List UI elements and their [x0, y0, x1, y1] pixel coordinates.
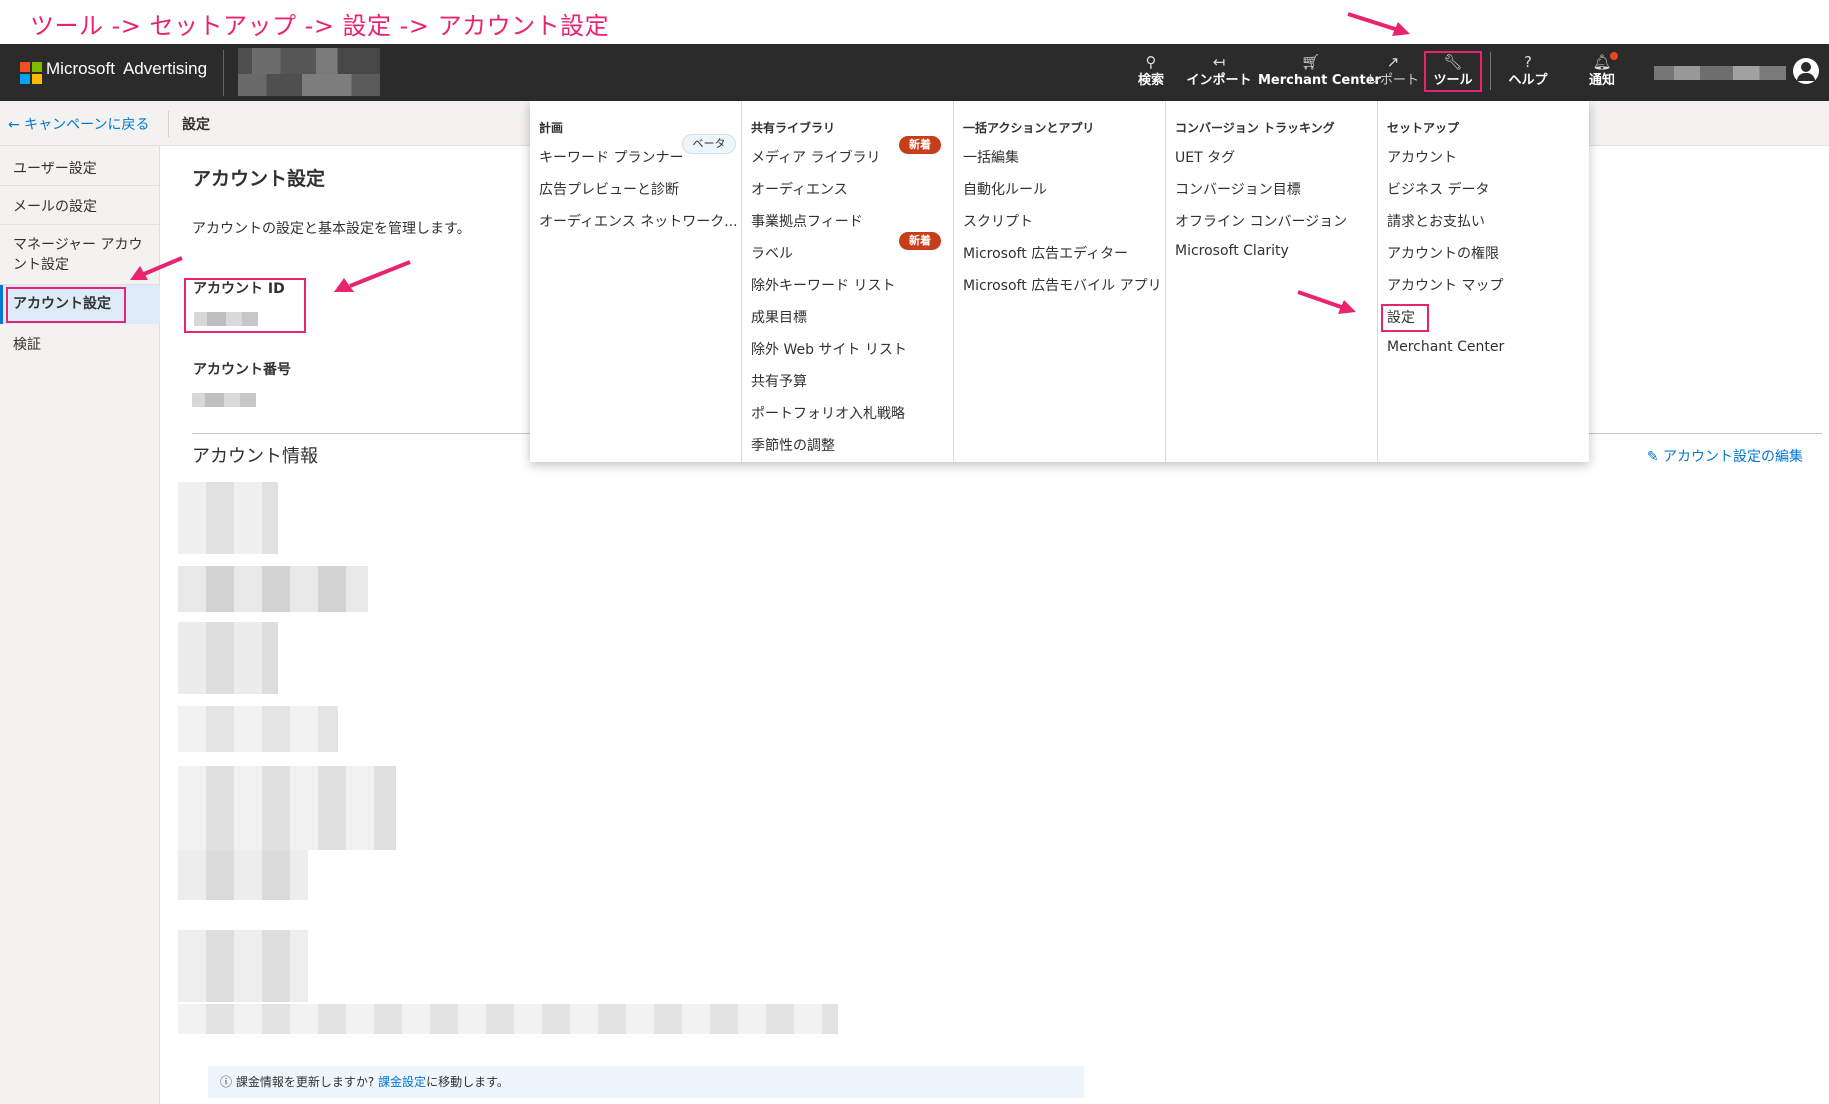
menu-column-conversion-tracking: コンバージョン トラッキング UET タグ コンバージョン目標 オフライン コン… [1166, 101, 1378, 462]
notification-dot [1610, 52, 1618, 60]
menu-item-mobile-app[interactable]: Microsoft 広告モバイル アプリ [963, 275, 1162, 295]
menu-item-business-data[interactable]: ビジネス データ [1387, 179, 1489, 199]
annotation-arrow-tools [1347, 12, 1410, 36]
annotation-caption: ツール -> セットアップ -> 設定 -> アカウント設定 [30, 12, 610, 40]
menu-item-audience-network[interactable]: オーディエンス ネットワーク... [539, 211, 738, 231]
menu-item-uet-tag[interactable]: UET タグ [1175, 147, 1235, 167]
menu-item-audiences[interactable]: オーディエンス [751, 179, 848, 199]
user-name[interactable] [1654, 66, 1786, 80]
microsoft-logo-icon [20, 62, 42, 84]
menu-item-labels[interactable]: ラベル [751, 243, 793, 263]
help-icon: ? [1524, 53, 1532, 71]
menu-item-negative-keywords[interactable]: 除外キーワード リスト [751, 275, 895, 295]
menu-item-offline-conversions[interactable]: オフライン コンバージョン [1175, 211, 1347, 231]
active-indicator [0, 285, 3, 324]
menu-item-account-map[interactable]: アカウント マップ [1387, 275, 1503, 295]
account-number-value [192, 393, 256, 407]
account-selector-subtext [238, 74, 380, 96]
menu-column-shared-library: 共有ライブラリ メディア ライブラリ 新着 オーディエンス 事業拠点フィード ラ… [742, 101, 954, 462]
menu-item-media-library[interactable]: メディア ライブラリ [751, 147, 880, 167]
back-to-campaigns-link[interactable]: ← キャンペーンに戻る [8, 114, 149, 134]
menu-item-account-permissions[interactable]: アカウントの権限 [1387, 243, 1499, 263]
blurred-info-8 [178, 1004, 838, 1034]
menu-item-billing[interactable]: 請求とお支払い [1387, 211, 1485, 231]
menu-item-automated-rules[interactable]: 自動化ルール [963, 179, 1047, 199]
tools-highlight-box [1424, 51, 1482, 92]
billing-settings-link[interactable]: 課金設定 [378, 1075, 426, 1089]
page-title: アカウント設定 [192, 168, 326, 190]
menu-heading: 計画 [539, 121, 564, 135]
menu-item-accounts[interactable]: アカウント [1387, 147, 1457, 167]
section-title: アカウント情報 [192, 446, 318, 467]
billing-info-bar: ⓘ 課金情報を更新しますか? 課金設定に移動します。 [208, 1066, 1084, 1098]
notifications-button[interactable]: 🔔︎ 通知 [1580, 52, 1624, 100]
sidebar-item-email-settings[interactable]: メールの設定 [0, 186, 160, 225]
annotation-arrow-settings [1297, 290, 1356, 314]
new-badge: 新着 [899, 136, 941, 154]
menu-heading: セットアップ [1387, 121, 1460, 135]
merchant-center-button[interactable]: 🛒︎ Merchant Center [1258, 52, 1381, 100]
menu-heading: 一括アクションとアプリ [963, 121, 1095, 135]
blurred-info-2 [178, 566, 368, 612]
sidebar-item-user-settings[interactable]: ユーザー設定 [0, 146, 160, 186]
navbar-divider [223, 50, 224, 96]
blurred-info-3 [178, 622, 278, 694]
sidebar-highlight-box [6, 287, 126, 323]
blurred-info-5 [178, 766, 396, 850]
cart-icon: 🛒︎ [1300, 53, 1321, 71]
blurred-info-4 [178, 706, 338, 752]
menu-heading: 共有ライブラリ [751, 121, 836, 135]
menu-item-ad-preview[interactable]: 広告プレビューと診断 [539, 179, 679, 199]
menu-item-excluded-websites[interactable]: 除外 Web サイト リスト [751, 339, 907, 359]
info-icon: ⓘ [220, 1075, 233, 1089]
menu-item-shared-budgets[interactable]: 共有予算 [751, 371, 807, 391]
chart-icon: ↗ [1386, 53, 1400, 71]
reports-button[interactable]: ↗ レポート [1366, 52, 1420, 100]
menu-item-seasonality[interactable]: 季節性の調整 [751, 435, 835, 455]
annotation-arrow-account-id [334, 260, 411, 292]
import-button[interactable]: ↤ インポート [1181, 52, 1257, 100]
annotation-arrow-sidebar [130, 256, 183, 280]
tools-dropdown-menu: 計画 キーワード プランナー ベータ 広告プレビューと診断 オーディエンス ネッ… [530, 101, 1589, 462]
brand-name[interactable]: Microsoft Advertising [46, 59, 207, 79]
screen: ツール -> セットアップ -> 設定 -> アカウント設定 Microsoft… [0, 0, 1829, 1104]
help-button[interactable]: ? ヘルプ [1503, 52, 1553, 100]
settings-sidebar: ユーザー設定 メールの設定 マネージャー アカウント設定 アカウント設定 検証 [0, 146, 160, 1104]
avatar[interactable] [1793, 58, 1819, 84]
menu-column-planning: 計画 キーワード プランナー ベータ 広告プレビューと診断 オーディエンス ネッ… [530, 101, 742, 462]
menu-heading: コンバージョン トラッキング [1175, 121, 1335, 135]
search-button[interactable]: ⚲ 検索 [1134, 52, 1168, 100]
edit-account-settings-link[interactable]: ✎ アカウント設定の編集 [1647, 446, 1803, 466]
menu-item-clarity[interactable]: Microsoft Clarity [1175, 243, 1289, 259]
search-icon: ⚲ [1145, 53, 1157, 71]
account-id-highlight-box [184, 278, 306, 333]
page-description: アカウントの設定と基本設定を管理します。 [192, 221, 471, 237]
beta-badge: ベータ [682, 134, 736, 154]
pencil-icon: ✎ [1646, 449, 1659, 465]
settings-highlight-box [1381, 304, 1429, 332]
sidebar-item-verification[interactable]: 検証 [0, 324, 160, 363]
blurred-info-7 [178, 930, 308, 1002]
new-badge: 新着 [899, 232, 941, 250]
menu-item-conversion-goals[interactable]: 成果目標 [751, 307, 807, 327]
toolbar-divider [1490, 52, 1491, 90]
menu-item-location-feed[interactable]: 事業拠点フィード [751, 211, 863, 231]
top-navbar: Microsoft Advertising [0, 44, 1829, 101]
menu-item-conversion-goals-tracking[interactable]: コンバージョン目標 [1175, 179, 1301, 199]
import-icon: ↤ [1212, 53, 1226, 71]
blurred-info-1 [178, 482, 278, 554]
account-number-label: アカウント番号 [193, 362, 291, 378]
blurred-info-6 [178, 850, 308, 900]
menu-column-bulk-actions: 一括アクションとアプリ 一括編集 自動化ルール スクリプト Microsoft … [954, 101, 1166, 462]
menu-item-keyword-planner[interactable]: キーワード プランナー [539, 147, 683, 167]
menu-item-scripts[interactable]: スクリプト [963, 211, 1033, 231]
breadcrumb-divider [168, 111, 169, 137]
menu-item-bulk-edit[interactable]: 一括編集 [963, 147, 1019, 167]
menu-item-ads-editor[interactable]: Microsoft 広告エディター [963, 243, 1128, 263]
menu-item-merchant-center[interactable]: Merchant Center [1387, 339, 1504, 355]
menu-item-portfolio-bid[interactable]: ポートフォリオ入札戦略 [751, 403, 905, 423]
page-section-title: 設定 [182, 117, 210, 133]
menu-column-setup: セットアップ アカウント ビジネス データ 請求とお支払い アカウントの権限 ア… [1378, 101, 1589, 462]
